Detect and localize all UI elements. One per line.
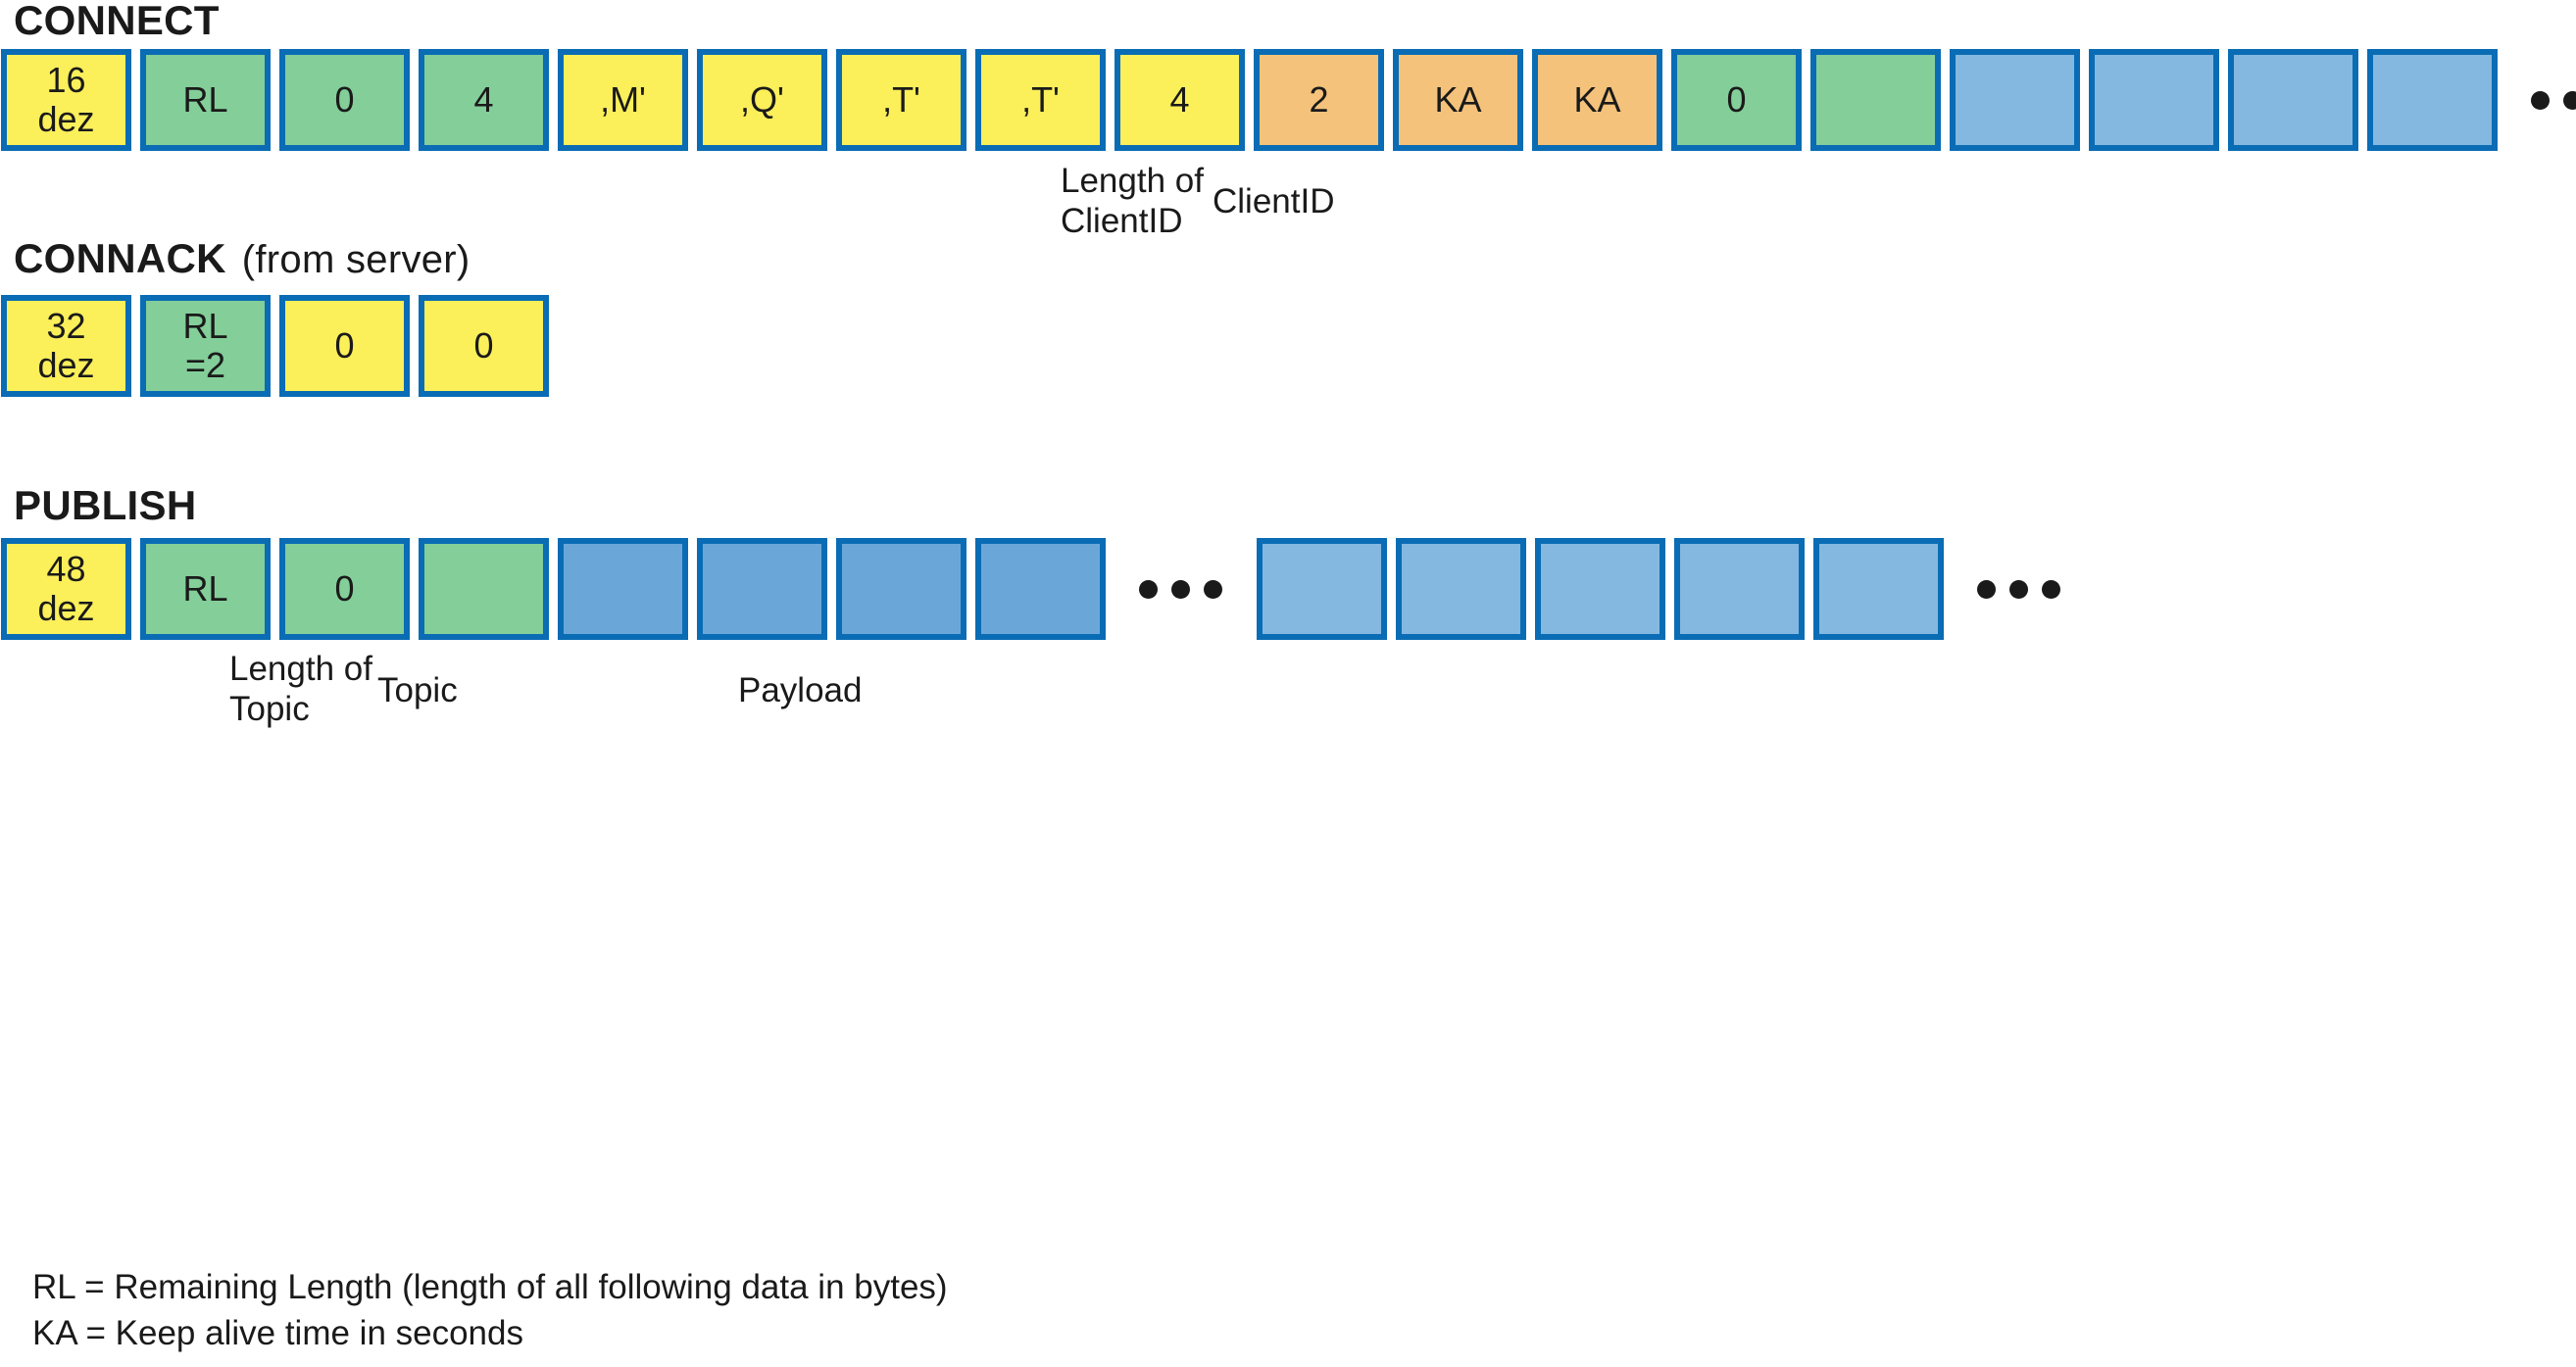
connack-byte-2: 0 xyxy=(279,295,410,397)
legend-line-rl: RL = Remaining Length (length of all fol… xyxy=(32,1268,948,1306)
publish-section-heading: PUBLISH xyxy=(14,485,196,526)
byte-line: 32 xyxy=(46,305,86,346)
byte-line: KA xyxy=(1434,78,1482,120)
connect-byte-11: KA xyxy=(1532,49,1662,151)
connect-byte-10: KA xyxy=(1393,49,1523,151)
caption-payload: Payload xyxy=(738,671,863,709)
byte-line: 0 xyxy=(334,324,355,366)
caption-clientid: ClientID xyxy=(1213,182,1335,220)
connect-byte-17-clientid xyxy=(2367,49,2498,151)
byte-line: RL xyxy=(182,567,228,609)
byte-line: 48 xyxy=(46,548,86,589)
byte-line: RL xyxy=(182,78,228,120)
connect-section-heading: CONNECT xyxy=(14,0,220,41)
connect-byte-row: 16 dez RL 0 4 ,M' ,Q' ,T' ,T' 4 2 KA KA … xyxy=(1,49,2576,151)
connect-byte-13-clientid-length-lo xyxy=(1810,49,1941,151)
byte-line: 2 xyxy=(1309,78,1329,120)
connack-byte-row: 32 dez RL =2 0 0 xyxy=(1,295,558,397)
legend-block: RL = Remaining Length (length of all fol… xyxy=(32,1264,948,1357)
publish-byte-7-topic xyxy=(975,538,1106,640)
byte-line: ,Q' xyxy=(740,78,784,120)
connack-section-heading: CONNACK (from server) xyxy=(14,235,471,281)
publish-byte-3-topic-length-lo xyxy=(419,538,549,640)
byte-line: 0 xyxy=(334,78,355,120)
byte-line: dez xyxy=(37,99,95,139)
connect-byte-1: RL xyxy=(140,49,271,151)
connect-title: CONNECT xyxy=(14,0,220,43)
publish-byte-0: 48 dez xyxy=(1,538,131,640)
publish-byte-4-topic xyxy=(558,538,688,640)
byte-line: =2 xyxy=(184,345,226,385)
publish-byte-8-payload xyxy=(1257,538,1387,640)
publish-topic-ellipsis-icon xyxy=(1132,538,1229,640)
connack-byte-3: 0 xyxy=(419,295,549,397)
publish-byte-9-payload xyxy=(1396,538,1526,640)
byte-line: ,T' xyxy=(1021,78,1060,120)
connack-title: CONNACK xyxy=(14,235,226,281)
connack-byte-0: 32 dez xyxy=(1,295,131,397)
byte-line: dez xyxy=(37,588,95,628)
publish-byte-2-topic-length-hi: 0 xyxy=(279,538,410,640)
connect-byte-2: 0 xyxy=(279,49,410,151)
publish-byte-12-payload xyxy=(1813,538,1944,640)
connect-byte-9: 2 xyxy=(1254,49,1384,151)
connack-byte-1: RL =2 xyxy=(140,295,271,397)
connect-byte-3: 4 xyxy=(419,49,549,151)
byte-line: KA xyxy=(1573,78,1621,120)
connect-byte-6: ,T' xyxy=(836,49,966,151)
connect-byte-12-clientid-length-hi: 0 xyxy=(1671,49,1802,151)
publish-byte-11-payload xyxy=(1674,538,1805,640)
connect-byte-15-clientid xyxy=(2089,49,2219,151)
connect-trailing-ellipsis-icon xyxy=(2524,49,2576,151)
connect-byte-4: ,M' xyxy=(558,49,688,151)
byte-line: ,T' xyxy=(882,78,920,120)
connect-byte-5: ,Q' xyxy=(697,49,827,151)
publish-byte-5-topic xyxy=(697,538,827,640)
connack-subtitle: (from server) xyxy=(241,238,471,281)
legend-line-ka: KA = Keep alive time in seconds xyxy=(32,1314,523,1353)
caption-length-of-clientid: Length of ClientID xyxy=(1061,162,1204,241)
connect-byte-16-clientid xyxy=(2228,49,2358,151)
byte-line: ,M' xyxy=(600,78,646,120)
caption-topic: Topic xyxy=(377,671,458,709)
publish-title: PUBLISH xyxy=(14,482,197,528)
byte-line: 16 xyxy=(46,59,86,100)
publish-byte-6-topic xyxy=(836,538,966,640)
byte-line: 4 xyxy=(473,78,494,120)
publish-byte-10-payload xyxy=(1535,538,1665,640)
byte-line: 0 xyxy=(1726,78,1747,120)
connect-byte-0: 16 dez xyxy=(1,49,131,151)
byte-line: dez xyxy=(37,345,95,385)
diagram-canvas: CONNECT 16 dez RL 0 4 ,M' ,Q' ,T' ,T' 4 xyxy=(0,0,2576,1367)
connect-byte-8: 4 xyxy=(1115,49,1245,151)
byte-line: 0 xyxy=(334,567,355,609)
connect-byte-14-clientid xyxy=(1950,49,2080,151)
publish-payload-ellipsis-icon xyxy=(1970,538,2067,640)
byte-line: RL xyxy=(182,305,228,346)
publish-byte-1: RL xyxy=(140,538,271,640)
byte-line: 0 xyxy=(473,324,494,366)
byte-line: 4 xyxy=(1169,78,1190,120)
publish-byte-row: 48 dez RL 0 xyxy=(1,538,2076,640)
caption-length-of-topic: Length of Topic xyxy=(229,650,372,729)
connect-byte-7: ,T' xyxy=(975,49,1106,151)
